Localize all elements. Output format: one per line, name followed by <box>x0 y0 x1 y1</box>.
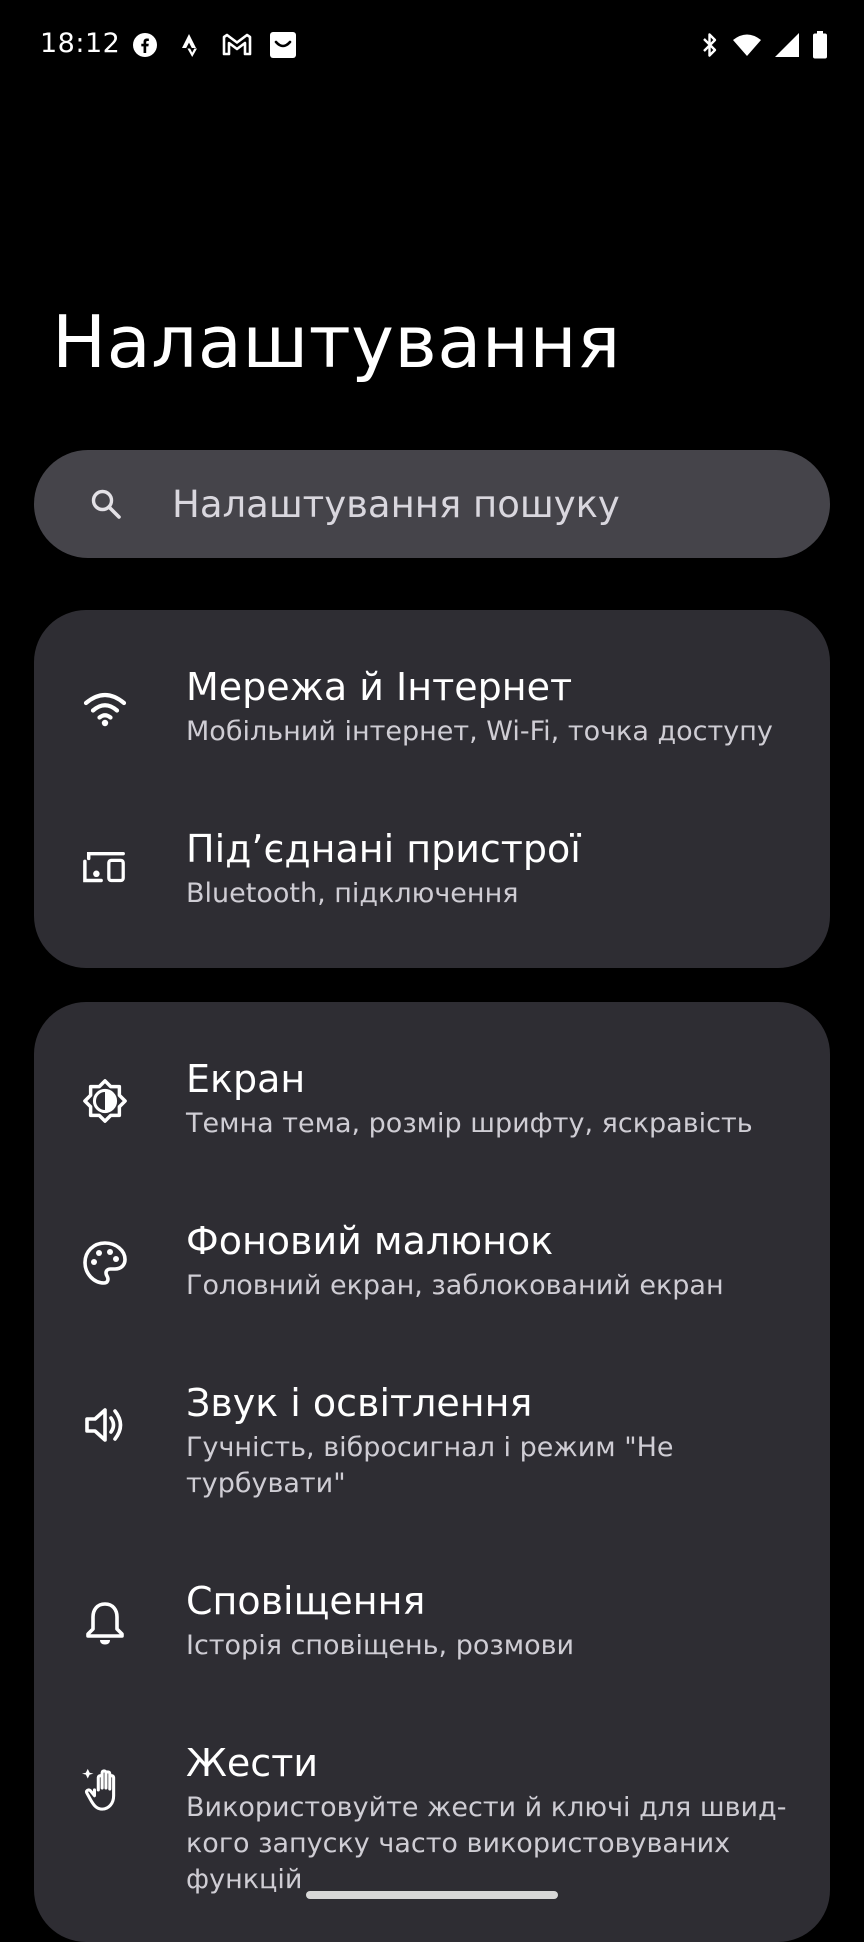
page-title: Налаштування <box>52 300 621 384</box>
brightness-icon <box>82 1078 128 1124</box>
settings-item-title: Під’єднані пристрої <box>186 827 581 871</box>
settings-item-display[interactable]: Екран Темна тема, розмір шрифту, яскраві… <box>34 1056 830 1166</box>
bluetooth-icon <box>700 30 720 60</box>
settings-item-connected-devices[interactable]: Під’єднані пристрої Bluetooth, підключен… <box>34 826 830 936</box>
settings-item-title: Фоновий малюнок <box>186 1219 554 1263</box>
strava-icon <box>176 30 206 60</box>
notification-icons <box>130 30 298 60</box>
settings-item-notifications[interactable]: Сповіщення Історія сповіщень, розмови <box>34 1578 830 1688</box>
settings-item-title: Мережа й Інтернет <box>186 665 573 709</box>
wifi-icon <box>82 686 128 732</box>
settings-item-title: Сповіщення <box>186 1579 426 1623</box>
wifi-icon <box>732 30 762 60</box>
settings-item-subtitle: Головний екран, заблокований екран <box>186 1270 724 1301</box>
gesture-hand-icon <box>82 1766 128 1812</box>
gesture-navigation-handle[interactable] <box>306 1891 558 1899</box>
battery-icon <box>812 30 828 60</box>
volume-icon <box>82 1402 128 1448</box>
bell-icon <box>82 1600 128 1646</box>
gmail-icon <box>222 30 252 60</box>
settings-item-network[interactable]: Мережа й Інтернет Мобільний інтернет, Wi… <box>34 664 830 774</box>
settings-item-subtitle: Використовуйте жести й ключі для швид-ко… <box>186 1792 787 1895</box>
status-bar: 18:12 <box>0 0 864 92</box>
facebook-icon <box>130 30 160 60</box>
settings-item-subtitle: Bluetooth, підключення <box>186 878 519 909</box>
settings-item-subtitle: Темна тема, розмір шрифту, яскравість <box>186 1108 753 1139</box>
search-bar[interactable] <box>34 450 830 558</box>
settings-item-sound[interactable]: Звук і освітлення Гучність, вібросигнал … <box>34 1380 830 1526</box>
settings-item-subtitle: Гучність, вібросигнал і режим "Не турбув… <box>186 1432 674 1499</box>
settings-group-device: Екран Темна тема, розмір шрифту, яскраві… <box>34 1002 830 1942</box>
cell-signal-icon <box>774 30 800 60</box>
connected-devices-icon <box>82 846 128 892</box>
palette-icon <box>82 1240 128 1286</box>
settings-item-wallpaper[interactable]: Фоновий малюнок Головний екран, заблоков… <box>34 1218 830 1328</box>
search-icon <box>86 484 126 524</box>
settings-group-connectivity: Мережа й Інтернет Мобільний інтернет, Wi… <box>34 610 830 968</box>
status-time: 18:12 <box>40 28 121 59</box>
settings-item-title: Екран <box>186 1057 306 1101</box>
system-icons <box>700 30 828 60</box>
settings-item-subtitle: Історія сповіщень, розмови <box>186 1630 575 1661</box>
settings-item-title: Звук і освітлення <box>186 1381 533 1425</box>
settings-item-title: Жести <box>186 1741 319 1785</box>
search-input[interactable] <box>172 482 732 526</box>
inbox-icon <box>268 30 298 60</box>
settings-item-subtitle: Мобільний інтернет, Wi‑Fi, точка доступу <box>186 716 773 747</box>
